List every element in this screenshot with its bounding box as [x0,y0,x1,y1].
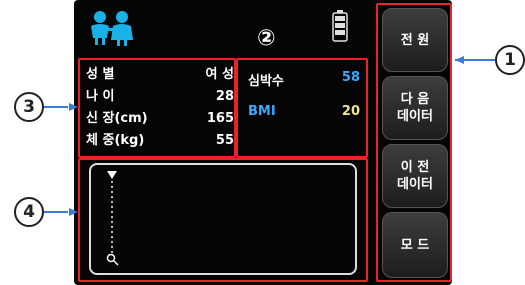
callout-lines [44,56,497,216]
callout-1-label: 1 [504,50,516,70]
callout-3-label: 3 [23,97,35,117]
callout-4-label: 4 [23,202,35,222]
callout-1: 1 [495,45,525,75]
callout-3: 3 [14,92,44,122]
callout-4: 4 [14,197,44,227]
